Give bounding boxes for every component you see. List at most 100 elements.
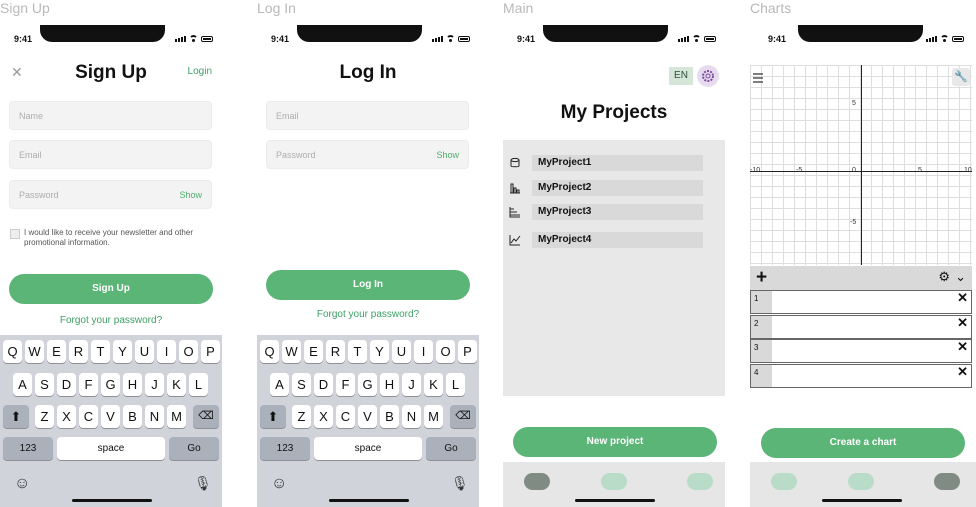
key-b[interactable]: B [123,405,142,428]
emoji-icon[interactable]: ☺ [271,475,287,493]
key-k[interactable]: K [424,373,443,396]
tab-3[interactable] [934,473,960,490]
newsletter-checkbox[interactable] [10,229,20,239]
shift-key[interactable]: ⬆ [260,405,286,428]
email-field[interactable]: Email [266,101,469,130]
go-key[interactable]: Go [169,437,219,460]
delete-row-icon[interactable]: ✕ [957,291,968,305]
show-password-button[interactable]: Show [179,181,202,209]
key-m[interactable]: M [424,405,443,428]
key-p[interactable]: P [458,340,477,363]
forgot-password-link[interactable]: Forgot your password? [0,315,222,326]
forgot-password-link[interactable]: Forgot your password? [257,309,479,320]
key-x[interactable]: X [314,405,333,428]
key-y[interactable]: Y [370,340,389,363]
delete-row-icon[interactable]: ✕ [957,316,968,330]
wrench-icon[interactable]: 🔧 [952,68,970,86]
gear-icon[interactable]: ⚙ [938,269,950,285]
key-j[interactable]: J [145,373,164,396]
key-t[interactable]: T [348,340,367,363]
shift-key[interactable]: ⬆ [3,405,29,428]
key-w[interactable]: W [282,340,301,363]
password-field[interactable]: Password Show [266,140,469,169]
key-k[interactable]: K [167,373,186,396]
login-button[interactable]: Log In [266,270,470,300]
key-o[interactable]: O [179,340,198,363]
key-m[interactable]: M [167,405,186,428]
space-key[interactable]: space [314,437,422,460]
graph-canvas[interactable]: -10 -5 0 5 10 5 -5 🔧 [750,65,972,265]
key-z[interactable]: Z [292,405,311,428]
key-q[interactable]: Q [3,340,22,363]
create-chart-button[interactable]: Create a chart [761,428,965,458]
show-password-button[interactable]: Show [436,141,459,169]
key-w[interactable]: W [25,340,44,363]
key-v[interactable]: V [358,405,377,428]
delete-row-icon[interactable]: ✕ [957,340,968,354]
key-x[interactable]: X [57,405,76,428]
chevron-down-icon[interactable]: ⌄ [955,269,966,285]
language-button[interactable]: EN [669,67,693,85]
key-g[interactable]: G [101,373,120,396]
key-l[interactable]: L [446,373,465,396]
key-e[interactable]: E [47,340,66,363]
key-u[interactable]: U [135,340,154,363]
space-key[interactable]: space [57,437,165,460]
password-field[interactable]: Password Show [9,180,212,209]
table-row[interactable]: 3 ✕ [750,339,972,363]
microphone-icon[interactable]: 🎙 [451,475,469,492]
tab-2[interactable] [601,473,627,490]
key-c[interactable]: C [79,405,98,428]
key-r[interactable]: R [326,340,345,363]
key-v[interactable]: V [101,405,120,428]
microphone-icon[interactable]: 🎙 [194,475,212,492]
numbers-key[interactable]: 123 [260,437,310,460]
key-f[interactable]: F [336,373,355,396]
key-l[interactable]: L [189,373,208,396]
table-row[interactable]: 2 ✕ [750,315,972,339]
key-a[interactable]: A [270,373,289,396]
key-q[interactable]: Q [260,340,279,363]
add-row-icon[interactable]: + [756,267,767,289]
name-field[interactable]: Name [9,101,212,130]
backspace-key[interactable]: ⌫ [193,405,219,428]
key-a[interactable]: A [13,373,32,396]
email-field[interactable]: Email [9,140,212,169]
table-row[interactable]: 4 ✕ [750,364,972,388]
key-f[interactable]: F [79,373,98,396]
key-b[interactable]: B [380,405,399,428]
key-n[interactable]: N [402,405,421,428]
table-row[interactable]: 1 ✕ [750,290,972,314]
key-n[interactable]: N [145,405,164,428]
new-project-button[interactable]: New project [513,427,717,457]
login-link[interactable]: Login [188,66,212,77]
key-e[interactable]: E [304,340,323,363]
key-j[interactable]: J [402,373,421,396]
key-h[interactable]: H [380,373,399,396]
key-s[interactable]: S [292,373,311,396]
key-y[interactable]: Y [113,340,132,363]
key-h[interactable]: H [123,373,142,396]
key-z[interactable]: Z [35,405,54,428]
key-s[interactable]: S [35,373,54,396]
settings-button[interactable] [697,65,719,87]
key-o[interactable]: O [436,340,455,363]
tab-2[interactable] [848,473,874,490]
tab-1[interactable] [771,473,797,490]
key-d[interactable]: D [314,373,333,396]
key-g[interactable]: G [358,373,377,396]
numbers-key[interactable]: 123 [3,437,53,460]
signup-button[interactable]: Sign Up [9,274,213,304]
backspace-key[interactable]: ⌫ [450,405,476,428]
key-c[interactable]: C [336,405,355,428]
menu-icon[interactable] [752,71,764,83]
key-u[interactable]: U [392,340,411,363]
tab-3[interactable] [687,473,713,490]
tab-1[interactable] [524,473,550,490]
emoji-icon[interactable]: ☺ [14,475,30,493]
key-i[interactable]: I [157,340,176,363]
key-i[interactable]: I [414,340,433,363]
key-p[interactable]: P [201,340,220,363]
key-t[interactable]: T [91,340,110,363]
go-key[interactable]: Go [426,437,476,460]
